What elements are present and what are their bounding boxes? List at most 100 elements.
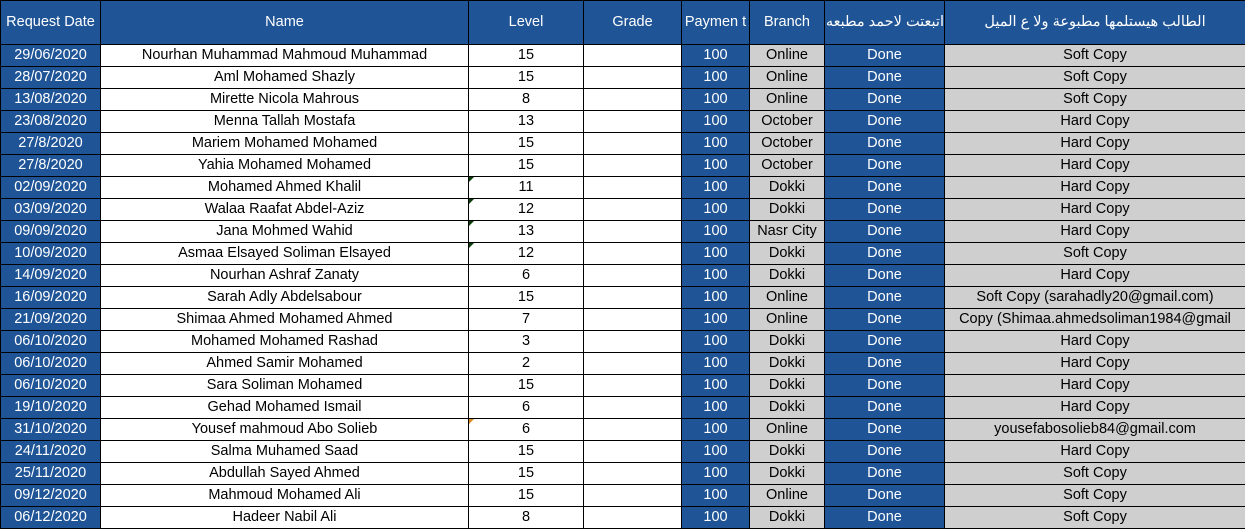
branch-cell[interactable]: Online — [750, 309, 825, 331]
payment-cell[interactable]: 100 — [682, 265, 750, 287]
grade-cell[interactable] — [584, 397, 682, 419]
branch-cell[interactable]: Online — [750, 67, 825, 89]
level-cell[interactable]: 15 — [469, 463, 584, 485]
status-cell[interactable]: Done — [825, 155, 945, 177]
branch-cell[interactable]: October — [750, 133, 825, 155]
branch-cell[interactable]: Online — [750, 419, 825, 441]
branch-cell[interactable]: Dokki — [750, 243, 825, 265]
level-cell[interactable]: 15 — [469, 375, 584, 397]
branch-cell[interactable]: Dokki — [750, 441, 825, 463]
branch-cell[interactable]: October — [750, 111, 825, 133]
request-date-cell[interactable]: 27/8/2020 — [1, 155, 101, 177]
status-cell[interactable]: Done — [825, 309, 945, 331]
grade-cell[interactable] — [584, 199, 682, 221]
column-header-level[interactable]: Level — [469, 1, 584, 45]
status-cell[interactable]: Done — [825, 507, 945, 529]
branch-cell[interactable]: Dokki — [750, 463, 825, 485]
name-cell[interactable]: Yahia Mohamed Mohamed — [101, 155, 469, 177]
status-cell[interactable]: Done — [825, 397, 945, 419]
request-date-cell[interactable]: 23/08/2020 — [1, 111, 101, 133]
column-header-grade[interactable]: Grade — [584, 1, 682, 45]
status-cell[interactable]: Done — [825, 441, 945, 463]
column-header-branch[interactable]: Branch — [750, 1, 825, 45]
branch-cell[interactable]: Online — [750, 89, 825, 111]
request-date-cell[interactable]: 10/09/2020 — [1, 243, 101, 265]
request-date-cell[interactable]: 28/07/2020 — [1, 67, 101, 89]
level-cell[interactable]: 6 — [469, 419, 584, 441]
payment-cell[interactable]: 100 — [682, 463, 750, 485]
name-cell[interactable]: Abdullah Sayed Ahmed — [101, 463, 469, 485]
level-cell[interactable]: 8 — [469, 507, 584, 529]
column-header-sent-to-ahmed-print[interactable]: اتبعتت لاحمد مطبعه ولا لا — [825, 1, 945, 45]
name-cell[interactable]: Ahmed Samir Mohamed — [101, 353, 469, 375]
payment-cell[interactable]: 100 — [682, 397, 750, 419]
request-date-cell[interactable]: 27/8/2020 — [1, 133, 101, 155]
status-cell[interactable]: Done — [825, 353, 945, 375]
level-cell[interactable]: 13 — [469, 221, 584, 243]
level-cell[interactable]: 3 — [469, 331, 584, 353]
branch-cell[interactable]: Online — [750, 485, 825, 507]
name-cell[interactable]: Mirette Nicola Mahrous — [101, 89, 469, 111]
column-header-delivery-method[interactable]: الطالب هيستلمها مطبوعة ولا ع الميل — [945, 1, 1245, 45]
delivery-cell[interactable]: Hard Copy — [945, 265, 1245, 287]
grade-cell[interactable] — [584, 45, 682, 67]
name-cell[interactable]: Jana Mohmed Wahid — [101, 221, 469, 243]
payment-cell[interactable]: 100 — [682, 133, 750, 155]
level-cell[interactable]: 2 — [469, 353, 584, 375]
level-cell[interactable]: 15 — [469, 45, 584, 67]
branch-cell[interactable]: Dokki — [750, 375, 825, 397]
grade-cell[interactable] — [584, 243, 682, 265]
delivery-cell[interactable]: Hard Copy — [945, 331, 1245, 353]
level-cell[interactable]: 8 — [469, 89, 584, 111]
payment-cell[interactable]: 100 — [682, 375, 750, 397]
level-cell[interactable]: 15 — [469, 441, 584, 463]
status-cell[interactable]: Done — [825, 419, 945, 441]
name-cell[interactable]: Mahmoud Mohamed Ali — [101, 485, 469, 507]
name-cell[interactable]: Nourhan Muhammad Mahmoud Muhammad — [101, 45, 469, 67]
grade-cell[interactable] — [584, 353, 682, 375]
level-cell[interactable]: 15 — [469, 67, 584, 89]
request-date-cell[interactable]: 06/10/2020 — [1, 353, 101, 375]
level-cell[interactable]: 7 — [469, 309, 584, 331]
branch-cell[interactable]: Dokki — [750, 331, 825, 353]
status-cell[interactable]: Done — [825, 375, 945, 397]
grade-cell[interactable] — [584, 309, 682, 331]
delivery-cell[interactable]: Hard Copy — [945, 353, 1245, 375]
grade-cell[interactable] — [584, 155, 682, 177]
branch-cell[interactable]: Dokki — [750, 397, 825, 419]
status-cell[interactable]: Done — [825, 177, 945, 199]
payment-cell[interactable]: 100 — [682, 111, 750, 133]
branch-cell[interactable]: Nasr City — [750, 221, 825, 243]
request-date-cell[interactable]: 09/09/2020 — [1, 221, 101, 243]
grade-cell[interactable] — [584, 331, 682, 353]
request-date-cell[interactable]: 31/10/2020 — [1, 419, 101, 441]
column-header-name[interactable]: Name — [101, 1, 469, 45]
grade-cell[interactable] — [584, 419, 682, 441]
payment-cell[interactable]: 100 — [682, 287, 750, 309]
level-cell[interactable]: 13 — [469, 111, 584, 133]
grade-cell[interactable] — [584, 89, 682, 111]
name-cell[interactable]: Salma Muhamed Saad — [101, 441, 469, 463]
payment-cell[interactable]: 100 — [682, 331, 750, 353]
name-cell[interactable]: Shimaa Ahmed Mohamed Ahmed — [101, 309, 469, 331]
delivery-cell[interactable]: Hard Copy — [945, 375, 1245, 397]
name-cell[interactable]: Yousef mahmoud Abo Solieb — [101, 419, 469, 441]
request-date-cell[interactable]: 21/09/2020 — [1, 309, 101, 331]
name-cell[interactable]: Sarah Adly Abdelsabour — [101, 287, 469, 309]
payment-cell[interactable]: 100 — [682, 221, 750, 243]
name-cell[interactable]: Menna Tallah Mostafa — [101, 111, 469, 133]
name-cell[interactable]: Mohamed Mohamed Rashad — [101, 331, 469, 353]
payment-cell[interactable]: 100 — [682, 507, 750, 529]
level-cell[interactable]: 12 — [469, 199, 584, 221]
payment-cell[interactable]: 100 — [682, 177, 750, 199]
delivery-cell[interactable]: Hard Copy — [945, 111, 1245, 133]
grade-cell[interactable] — [584, 67, 682, 89]
column-header-payment[interactable]: Paymen t — [682, 1, 750, 45]
request-date-cell[interactable]: 13/08/2020 — [1, 89, 101, 111]
name-cell[interactable]: Aml Mohamed Shazly — [101, 67, 469, 89]
delivery-cell[interactable]: Soft Copy — [945, 89, 1245, 111]
payment-cell[interactable]: 100 — [682, 155, 750, 177]
status-cell[interactable]: Done — [825, 221, 945, 243]
request-date-cell[interactable]: 06/12/2020 — [1, 507, 101, 529]
request-date-cell[interactable]: 09/12/2020 — [1, 485, 101, 507]
